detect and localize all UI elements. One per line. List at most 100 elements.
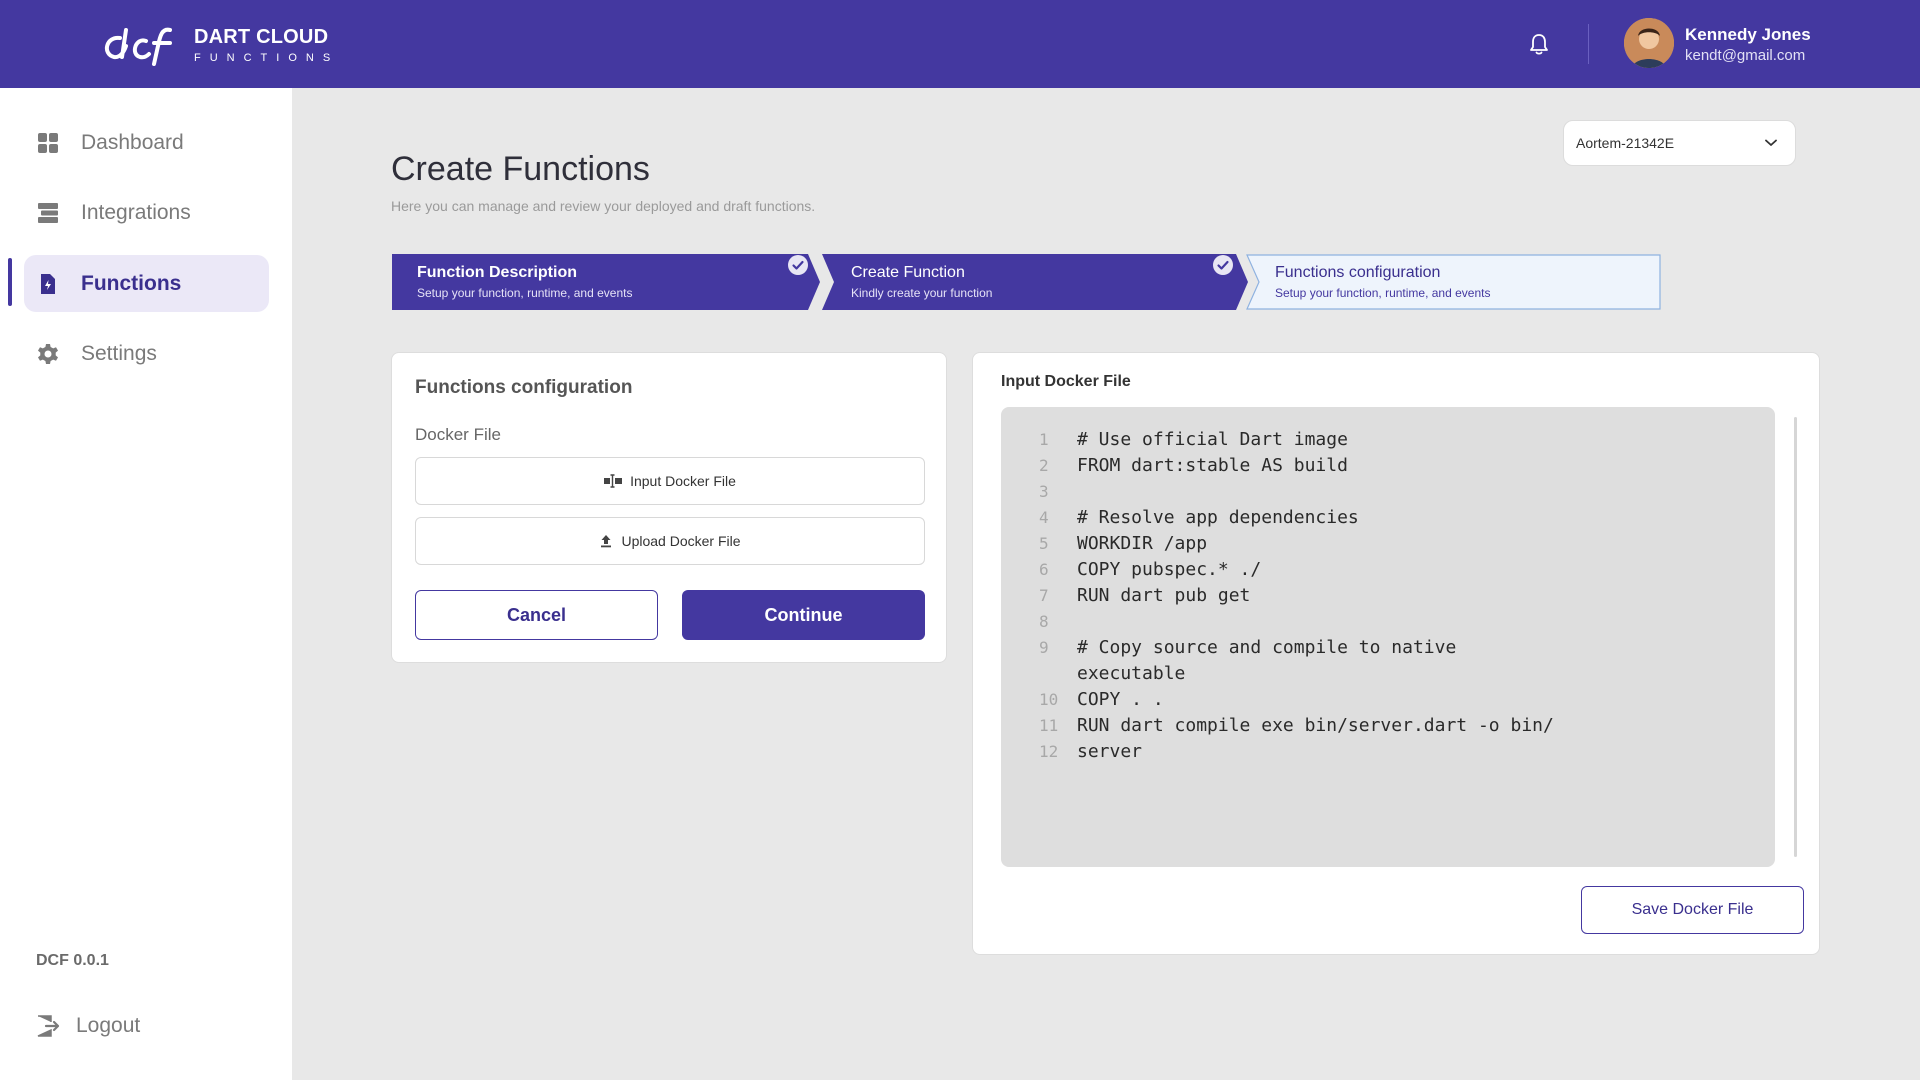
line-number: 11 [1039,716,1059,735]
step-title: Function Description [417,264,577,281]
logout-button[interactable]: Logout [36,1014,140,1038]
code-text: RUN dart pub get [1077,585,1251,606]
code-line: 12 server [1001,739,1775,765]
code-line: 1 # Use official Dart image [1001,427,1775,453]
docker-file-label: Docker File [415,425,501,444]
code-line: 8 [1001,609,1775,635]
code-text: WORKDIR /app [1077,533,1208,554]
step-desc: Setup your function, runtime, and events [417,286,633,300]
button-label: Input Docker File [630,473,736,489]
step-function-description[interactable]: Function Description Setup your function… [392,254,820,310]
code-text: # Use official Dart image [1077,429,1348,450]
topbar-divider [1588,24,1589,64]
code-text: executable [1077,663,1186,684]
sidebar-item-dashboard[interactable]: Dashboard [24,114,269,171]
code-line: executable [1001,661,1775,687]
sidebar-item-functions[interactable]: Functions [24,255,269,312]
step-title: Create Function [851,264,965,281]
code-line: 2 FROM dart:stable AS build [1001,453,1775,479]
input-docker-file-button[interactable]: Input Docker File [415,457,925,505]
line-number: 12 [1039,742,1059,761]
active-indicator [8,258,12,306]
code-line: 7 RUN dart pub get [1001,583,1775,609]
chevron-down-icon [1765,139,1777,146]
line-number: 10 [1039,690,1059,709]
code-line: 9 # Copy source and compile to native [1001,635,1775,661]
top-bar: DART CLOUD FUNCTIONS Kennedy Jones kendt… [0,0,1920,88]
line-number: 9 [1039,638,1049,657]
upload-docker-file-button[interactable]: Upload Docker File [415,517,925,565]
user-name: Kennedy Jones [1685,25,1811,44]
sidebar-item-label: Settings [81,341,157,365]
code-text: RUN dart compile exe bin/server.dart -o … [1077,715,1554,736]
gear-icon [38,343,58,364]
line-number: 1 [1039,430,1049,449]
functions-config-card: Functions configuration Docker File Inpu… [391,352,947,663]
logout-label: Logout [76,1014,141,1037]
step-desc: Setup your function, runtime, and events [1275,286,1491,300]
step-shape [822,254,1248,310]
step-create-function[interactable]: Create Function Kindly create your funct… [820,254,1248,310]
code-text: COPY . . [1077,689,1164,710]
user-email: kendt@gmail.com [1685,47,1806,64]
line-number: 8 [1039,612,1049,631]
sidebar-item-label: Dashboard [81,130,184,154]
text-cursor-icon [604,474,623,488]
card-title: Functions configuration [415,377,633,398]
editor-scrollbar[interactable] [1794,417,1797,857]
sidebar-item-settings[interactable]: Settings [24,325,269,382]
sidebar-item-label: Functions [81,271,182,295]
step-shape [392,254,820,310]
step-functions-configuration[interactable]: Functions configuration Setup your funct… [1246,254,1662,310]
code-line: 3 [1001,479,1775,505]
save-docker-file-button[interactable]: Save Docker File [1581,886,1804,934]
project-select-value: Aortem-21342E [1576,135,1675,151]
project-select[interactable]: Aortem-21342E [1563,120,1796,166]
code-line: 11 RUN dart compile exe bin/server.dart -… [1001,713,1775,739]
brand-subtitle: FUNCTIONS [194,52,340,64]
step-desc: Kindly create your function [851,286,993,300]
file-bolt-icon [41,273,55,294]
code-text: FROM dart:stable AS build [1077,455,1348,476]
check-circle-icon [788,255,808,275]
line-number: 5 [1039,534,1049,553]
cancel-button[interactable]: Cancel [415,590,658,640]
code-line: 4 # Resolve app dependencies [1001,505,1775,531]
page-subtitle: Here you can manage and review your depl… [391,198,816,214]
brand-title: DART CLOUD [194,26,329,48]
app-version: DCF 0.0.1 [36,952,109,969]
bell-icon[interactable] [1528,32,1550,56]
dcf-logo-icon [104,27,172,66]
upload-icon [601,535,612,548]
avatar[interactable] [1624,18,1674,68]
code-line: 5 WORKDIR /app [1001,531,1775,557]
sidebar-item-integrations[interactable]: Integrations [24,184,269,241]
check-circle-icon [1213,255,1233,275]
grid-icon [38,132,58,153]
code-line: 10 COPY . . [1001,687,1775,713]
code-text: # Resolve app dependencies [1077,507,1359,528]
brand-logo[interactable]: DART CLOUD FUNCTIONS [98,24,339,66]
line-number: 4 [1039,508,1049,527]
line-number [1001,661,1077,687]
docker-code-editor[interactable]: 1 # Use official Dart image 2 FROM dart:st… [1001,407,1775,867]
step-title: Functions configuration [1275,264,1441,281]
card-title: Input Docker File [1001,373,1131,390]
line-number: 7 [1039,586,1049,605]
line-number: 6 [1039,560,1049,579]
sidebar: Dashboard Integrations Functions Setting… [0,88,292,1080]
integrations-icon [38,202,58,223]
continue-button[interactable]: Continue [682,590,925,640]
code-text: # Copy source and compile to native [1077,637,1457,658]
code-text: server [1077,741,1143,762]
sidebar-item-label: Integrations [81,200,191,224]
line-number: 2 [1039,456,1049,475]
docker-file-card: Input Docker File 1 # Use official Dart i… [972,352,1820,955]
code-line: 6 COPY pubspec.* ./ [1001,557,1775,583]
logout-icon [37,1015,60,1037]
code-text: COPY pubspec.* ./ [1077,559,1262,580]
line-number: 3 [1039,482,1049,501]
user-photo-icon [1624,18,1674,68]
button-label: Upload Docker File [621,533,741,549]
step-shape [1246,254,1661,310]
